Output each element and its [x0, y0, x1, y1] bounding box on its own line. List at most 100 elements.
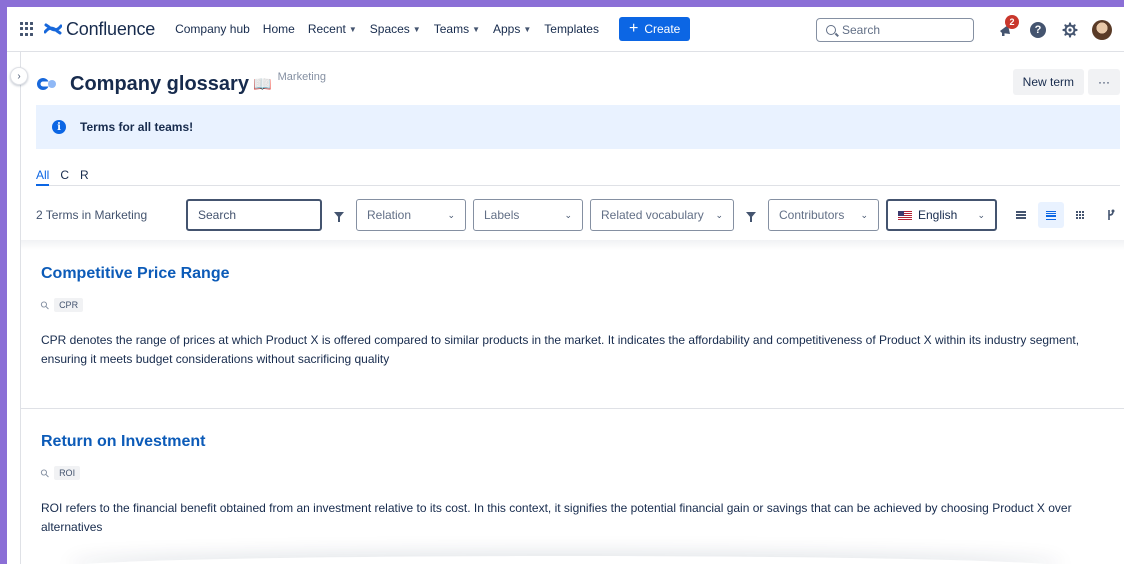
term-abbreviation-row: ⚲ CPR [38, 298, 1094, 313]
chevron-down-icon: ⌄ [860, 209, 868, 220]
search-icon [826, 24, 836, 35]
create-label: Create [644, 22, 681, 36]
sidebar-edge [20, 52, 21, 564]
settings-button[interactable] [1058, 18, 1082, 42]
profile-button[interactable] [1090, 18, 1114, 42]
tab-r[interactable]: R [80, 168, 89, 186]
expand-sidebar-button[interactable]: › [10, 67, 28, 85]
term-count: 2 Terms in Marketing [36, 208, 148, 222]
header-actions: New term ··· [1009, 69, 1120, 95]
filter-bar: 2 Terms in Marketing Search Relation ⌄ L… [36, 199, 1124, 231]
tree-icon [1108, 209, 1115, 220]
term-description: ROI refers to the financial benefit obta… [41, 501, 1072, 534]
content-shadow [21, 240, 1124, 250]
info-icon: i [52, 120, 66, 134]
more-actions-button[interactable]: ··· [1088, 69, 1120, 95]
relation-select[interactable]: Relation ⌄ [356, 199, 466, 231]
nav-label: Recent [307, 22, 346, 36]
notifications-button[interactable]: 2 [994, 14, 1019, 42]
grid-icon [1076, 210, 1086, 220]
list-compact-icon [1016, 211, 1026, 219]
search-filter-button[interactable] [329, 199, 349, 231]
link-icon: ⚲ [38, 466, 53, 481]
plus-icon: + [628, 20, 639, 37]
term-divider [21, 408, 1124, 409]
new-term-button[interactable]: New term [1012, 69, 1084, 95]
nav-label: Company hub [175, 22, 250, 36]
page-header: Company glossary 📖 Marketing New term ··… [36, 69, 1124, 99]
help-icon: ? [1030, 21, 1046, 38]
nav-teams[interactable]: Teams ▼ [434, 22, 480, 36]
term-title[interactable]: Return on Investment [41, 433, 1094, 451]
labels-select[interactable]: Labels ⌄ [473, 199, 583, 231]
book-icon: 📖 [252, 76, 272, 93]
select-value: English [918, 208, 958, 222]
nav-home[interactable]: Home [263, 22, 295, 36]
term-card: Competitive Price Range ⚲ CPR CPR denote… [38, 265, 1094, 369]
chevron-down-icon: ▼ [523, 24, 532, 34]
nav-right-tools: Search 2 ? [816, 7, 1114, 52]
term-search-input[interactable]: Search [186, 199, 322, 231]
search-placeholder: Search [842, 22, 881, 37]
list-view-button[interactable] [1038, 202, 1064, 228]
nav-apps[interactable]: Apps ▼ [493, 22, 531, 36]
confluence-logo-icon [44, 23, 62, 35]
language-select[interactable]: English ⌄ [886, 199, 997, 231]
brand-name: Confluence [66, 18, 156, 39]
help-button[interactable]: ? [1026, 18, 1050, 42]
link-icon: ⚲ [38, 298, 53, 313]
gear-icon [1062, 21, 1078, 38]
contributors-select[interactable]: Contributors ⌄ [768, 199, 879, 231]
select-value: Labels [484, 208, 520, 222]
filter-icon [746, 212, 756, 222]
tab-c[interactable]: C [60, 168, 69, 186]
space-name[interactable]: Marketing [278, 71, 326, 83]
vocabulary-filter-button[interactable] [741, 199, 761, 231]
tree-view-button[interactable] [1098, 202, 1124, 228]
page-title: Company glossary [70, 72, 249, 95]
term-abbreviation: CPR [54, 298, 84, 312]
nav-templates[interactable]: Templates [544, 22, 599, 36]
top-navigation: Confluence Company hub Home Recent ▼ Spac… [7, 7, 1124, 52]
glossary-app-icon [37, 78, 56, 90]
nav-label: Templates [544, 22, 599, 36]
term-abbreviation-row: ⚲ ROI [38, 466, 1094, 481]
confluence-logo[interactable]: Confluence [44, 19, 155, 40]
filter-icon [334, 212, 344, 222]
grid-view-button[interactable] [1068, 202, 1094, 228]
chevron-down-icon: ⌄ [977, 209, 985, 220]
banner-text: Terms for all teams! [80, 120, 194, 134]
nav-label: Home [262, 22, 295, 36]
global-search-input[interactable]: Search [816, 17, 974, 42]
create-button[interactable]: + Create [618, 17, 691, 41]
compact-view-button[interactable] [1008, 202, 1034, 228]
chevron-down-icon: ⌄ [715, 209, 723, 220]
chevron-down-icon: ⌄ [564, 209, 572, 220]
select-value: Related vocabulary [601, 208, 704, 222]
related-vocabulary-select[interactable]: Related vocabulary ⌄ [590, 199, 734, 231]
chevron-down-icon: ▼ [472, 24, 480, 34]
app-switcher-icon[interactable] [20, 22, 34, 36]
search-placeholder: Search [198, 208, 237, 222]
term-card: Return on Investment ⚲ ROI ROI refers to… [38, 433, 1094, 537]
nav-recent[interactable]: Recent ▼ [308, 22, 357, 36]
chevron-down-icon: ▼ [348, 24, 357, 34]
nav-label: Teams [433, 22, 470, 36]
list-icon [1046, 210, 1056, 220]
nav-label: Apps [492, 22, 521, 36]
nav-spaces[interactable]: Spaces ▼ [370, 22, 421, 36]
chevron-down-icon: ⌄ [447, 209, 455, 220]
nav-company-hub[interactable]: Company hub [175, 22, 250, 36]
info-banner: i Terms for all teams! [36, 105, 1120, 149]
tab-all[interactable]: All [36, 168, 50, 186]
term-title[interactable]: Competitive Price Range [41, 265, 1094, 283]
term-abbreviation: ROI [54, 466, 81, 480]
bottom-shadow [67, 556, 1064, 564]
chevron-down-icon: ▼ [412, 24, 421, 34]
term-description: CPR denotes the range of prices at which… [41, 333, 1080, 366]
us-flag-icon [898, 210, 912, 220]
chevron-right-icon: › [17, 70, 21, 82]
notification-badge: 2 [1005, 14, 1019, 29]
nav-label: Spaces [369, 22, 410, 36]
avatar [1092, 19, 1112, 40]
